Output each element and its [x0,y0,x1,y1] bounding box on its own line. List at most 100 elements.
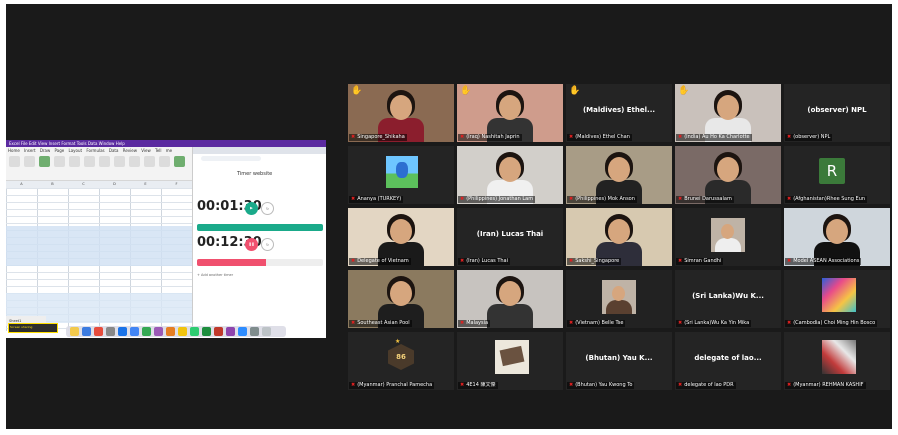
participant-name-text: Brunei Darussalam [684,196,732,202]
participant-name-label: ✖ (Sri Lanka)Wu Ka Yin Mika [676,320,752,327]
participant-name-label: ✖ (Afghanistan)Rhee Sung Eun [785,196,868,203]
timer-site-title: Timer website [237,171,273,177]
participant-tile[interactable]: ✖ Delegate of Vietnam [348,208,454,266]
timer-browser-window: Timer website 00:01:30 ▶ ↻ 00:12:30 ❚❚ ↻… [192,147,326,331]
participant-name-text: (Iran) Lucas Thai [466,258,509,264]
muted-mic-icon: ✖ [678,196,683,202]
participant-name-label: ✖ 4E14 陳文傑 [458,382,498,389]
participant-tile[interactable]: ✖ (Vietnam) Belle Tse [566,270,672,328]
muted-mic-icon: ✖ [787,320,792,326]
participant-display-name: (Sri Lanka)Wu K... [692,292,764,300]
participant-name-text: (Cambodia) Choi Ming Hin Bosco [793,320,876,326]
participant-tile[interactable]: 86 ★ ✖ (Myanmar) Pranchal Pamecha [348,332,454,390]
participant-tile[interactable]: (Iran) Lucas Thai ✖ (Iran) Lucas Thai [457,208,563,266]
screen-share-notice: Screen sharing [8,323,58,333]
participant-name-text: (Maldives) Ethel Chan [575,134,630,140]
raised-hand-icon: ✋ [351,86,363,96]
participant-tile[interactable]: ✋ ✖ (India) Au Ho Ka Charlotte [675,84,781,142]
participant-name-label: ✖ Singapore_Shikaha [349,134,407,141]
participant-tile[interactable]: (Maldives) Ethel... ✋ ✖ (Maldives) Ethel Ch… [566,84,672,142]
participant-display-name: (Iran) Lucas Thai [476,230,544,238]
participant-tile[interactable]: ✖ (Philippines) Jonathan Lam [457,146,563,204]
participant-tile[interactable]: ✖ (Philippines) Mok Anson [566,146,672,204]
participant-name-label: ✖ (observer) NPL [785,134,833,141]
ribbon-tabs: Home Insert Draw Page Layout Formulas Da… [8,148,173,153]
participant-name-text: Model ASEAN Associations [793,258,860,264]
participant-tile[interactable]: R ✖ (Afghanistan)Rhee Sung Eun [784,146,890,204]
participant-tile[interactable]: ✖ Southeast Asian Pool [348,270,454,328]
participant-name-text: Sakshi_Singapore [575,258,620,264]
timer-2-progress [197,259,323,266]
timer-2-reset-button: ↻ [261,238,274,251]
mac-menu-bar: Excel File Edit View Insert Format Tools… [6,140,326,147]
excel-ribbon: Home Insert Draw Page Layout Formulas Da… [6,147,192,181]
browser-tabs [193,147,326,154]
participant-tile[interactable]: ✖ Malaysia [457,270,563,328]
raised-hand-icon: ✋ [678,86,690,96]
participant-tile[interactable]: ✖ 4E14 陳文傑 [457,332,563,390]
participant-name-label: ✖ (Iran) Lucas Thai [458,258,511,265]
participant-name-text: delegate of lao PDR [684,382,734,388]
participant-name-text: Southeast Asian Pool [357,320,410,326]
participant-display-name: delegate of lao... [694,354,762,362]
participant-tile[interactable]: ✖ (Myanmar) REHMAN KASHIF [784,332,890,390]
muted-mic-icon: ✖ [678,382,683,388]
muted-mic-icon: ✖ [787,382,792,388]
participant-name-text: (Afghanistan)Rhee Sung Eun [793,196,866,202]
participant-name-label: ✖ Malaysia [458,320,491,327]
participant-name-text: (Iraq) Nashitah Japrin [466,134,520,140]
participant-name-label: ✖ (Iraq) Nashitah Japrin [458,134,522,141]
participant-name-label: ✖ (Philippines) Jonathan Lam [458,196,536,203]
participant-name-text: 4E14 陳文傑 [466,382,496,388]
profile-picture [495,340,529,374]
timer-1-start-button: ▶ [245,202,258,215]
participant-tile[interactable]: (Sri Lanka)Wu K... ✖ (Sri Lanka)Wu Ka Yin … [675,270,781,328]
participant-name-label: ✖ Southeast Asian Pool [349,320,412,327]
participant-name-text: (Myanmar) REHMAN KASHIF [793,382,864,388]
participant-name-label: ✖ Delegate of Vietnam [349,258,411,265]
participant-name-label: ✖ delegate of lao PDR [676,382,736,389]
muted-mic-icon: ✖ [351,134,356,140]
muted-mic-icon: ✖ [569,134,574,140]
timer-1-progress [197,224,323,231]
participant-tile[interactable]: ✋ ✖ Singapore_Shikaha [348,84,454,142]
participant-tile[interactable]: delegate of lao... ✖ delegate of lao PDR [675,332,781,390]
muted-mic-icon: ✖ [569,196,574,202]
highlight-region [6,226,192,266]
participant-name-label: ✖ (Myanmar) Pranchal Pamecha [349,382,435,389]
participant-tile[interactable]: ✋ ✖ (Iraq) Nashitah Japrin [457,84,563,142]
muted-mic-icon: ✖ [569,382,574,388]
participant-tile[interactable]: ✖ Ananya (TURKEY) [348,146,454,204]
participant-name-label: ✖ Model ASEAN Associations [785,258,862,265]
participant-name-text: (Philippines) Jonathan Lam [466,196,534,202]
muted-mic-icon: ✖ [460,258,465,264]
participant-name-label: ✖ (Myanmar) REHMAN KASHIF [785,382,866,389]
zoom-meeting-window: Excel File Edit View Insert Format Tools… [6,4,892,429]
avatar: R [819,158,845,184]
participant-tile[interactable]: ✖ Simran Gandhi [675,208,781,266]
muted-mic-icon: ✖ [569,320,574,326]
participant-tile[interactable]: ✖ Sakshi_Singapore [566,208,672,266]
participant-name-text: (observer) NPL [793,134,831,140]
participant-name-label: ✖ (Philippines) Mok Anson [567,196,637,203]
profile-picture: 86 ★ [388,338,414,376]
participant-tile[interactable]: ✖ (Cambodia) Choi Ming Hin Bosco [784,270,890,328]
mac-dock [66,326,286,337]
participant-name-text: Ananya (TURKEY) [357,196,402,202]
participant-tile[interactable]: (observer) NPL ✖ (observer) NPL [784,84,890,142]
participant-tile[interactable]: (Bhutan) Yau K... ✖ (Bhutan) Yau Kwong To [566,332,672,390]
muted-mic-icon: ✖ [787,258,792,264]
participant-tile[interactable]: ✖ Model ASEAN Associations [784,208,890,266]
profile-picture [822,278,856,312]
muted-mic-icon: ✖ [460,320,465,326]
participant-display-name: (Maldives) Ethel... [582,106,656,114]
muted-mic-icon: ✖ [678,258,683,264]
address-bar [201,156,261,161]
add-timer-link: + Add another timer [197,273,234,277]
participant-name-text: (Sri Lanka)Wu Ka Yin Mika [684,320,750,326]
profile-picture [822,340,856,374]
participant-name-text: (Bhutan) Yau Kwong To [575,382,633,388]
raised-hand-icon: ✋ [460,86,472,96]
participant-tile[interactable]: ✖ Brunei Darussalam [675,146,781,204]
participant-name-text: Malaysia [466,320,489,326]
